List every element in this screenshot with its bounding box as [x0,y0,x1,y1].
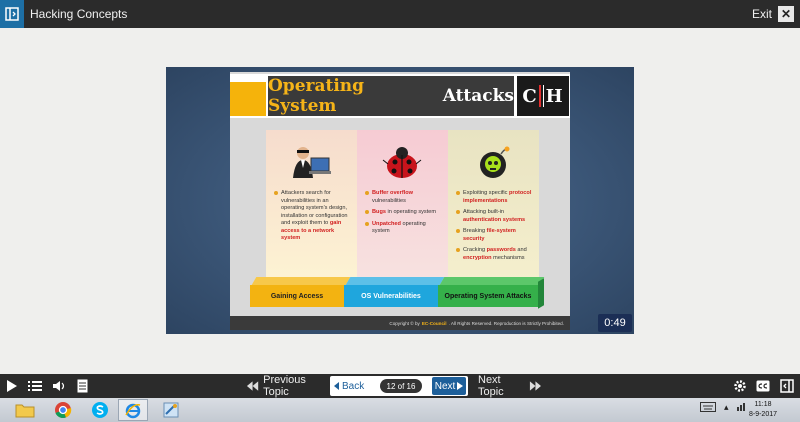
taskbar-chrome[interactable] [48,399,78,421]
header-accent [230,82,266,116]
block-os-attacks: Operating System Attacks [438,285,538,307]
next-button[interactable]: Next [432,377,466,395]
pager: Back 12 of 16 Next [330,376,468,396]
hacker-computer-icon [293,147,331,178]
slide: Operating System Attacks CH Attackers se… [230,72,570,330]
chevron-left-icon [334,382,339,390]
player-stage: Operating System Attacks CH Attackers se… [0,28,800,374]
close-icon[interactable]: ✕ [778,6,794,22]
exit-button[interactable]: Exit [752,7,772,21]
video-frame[interactable]: Operating System Attacks CH Attackers se… [166,67,634,334]
column-os-attacks: Exploiting specific protocol implementat… [448,130,539,280]
page-indicator: 12 of 16 [380,379,422,393]
double-chevron-right-icon [530,381,542,391]
list-item: Buffer overflow vulnerabilities [365,190,444,205]
slide-footer: Copyright © by EC-Council. All Rights Res… [230,316,570,330]
chevron-right-icon [457,382,464,390]
closed-captions-button[interactable] [755,378,771,394]
play-icon [7,380,17,392]
top-bar: Hacking Concepts Exit ✕ [0,0,800,28]
tray-arrow-icon[interactable]: ▴ [724,402,729,413]
taskbar-internet-explorer[interactable] [118,399,148,421]
folder-icon [15,404,35,418]
list-icon [28,381,42,391]
column-os-vulnerabilities: Buffer overflow vulnerabilities Bugs in … [357,130,448,280]
volume-icon [53,381,65,391]
list-item: Cracking passwords and encryption mechan… [456,247,535,262]
ceh-logo: CH [517,76,569,116]
slide-header: Operating System Attacks CH [230,74,570,118]
slide-title: Operating System Attacks [268,76,514,116]
volume-button[interactable] [50,378,68,394]
block-gaining-access: Gaining Access [250,285,344,307]
category-blocks: Gaining Access OS Vulnerabilities Operat… [250,277,550,311]
course-title: Hacking Concepts [30,7,128,21]
slide-title-part1: Operating System [268,76,365,116]
fullscreen-sidebar-button[interactable] [779,378,795,394]
keyboard-icon[interactable] [700,402,716,414]
gear-icon [734,380,746,392]
list-item: Unpatched operating system [365,221,444,236]
taskbar-file-explorer[interactable] [10,399,40,421]
list-item: Bugs in operating system [365,209,444,217]
next-topic-button[interactable]: Next Topic [478,374,542,398]
sidebar-icon [5,7,19,21]
taskbar-skype[interactable] [85,399,115,421]
taskbar-app[interactable] [156,399,186,421]
column-gaining-access: Attackers search for vulnerabilities in … [266,130,357,280]
slide-title-part2: Attacks [442,86,514,106]
skull-bomb-icon [480,146,510,178]
system-clock[interactable]: 11:18 8-9-2017 [738,400,788,420]
ladybug-icon [382,147,422,178]
menu-list-button[interactable] [26,378,44,394]
video-timer: 0:49 [598,314,632,332]
skype-icon [92,402,108,418]
internet-explorer-icon [125,403,141,419]
block-os-vulnerabilities: OS Vulnerabilities [344,285,438,307]
clock-time: 11:18 [754,401,772,408]
play-button[interactable] [4,378,20,394]
cc-icon [756,380,770,392]
list-item: Breaking file-system security [456,228,535,243]
list-item: Exploiting specific protocol implementat… [456,190,535,205]
transcript-button[interactable] [74,378,90,394]
list-item: Attackers search for vulnerabilities in … [274,190,353,243]
settings-button[interactable] [732,378,748,394]
previous-topic-button[interactable]: Previous Topic [246,374,330,398]
back-button[interactable]: Back [334,379,364,393]
os-taskbar: ▴ 11:18 8-9-2017 [0,398,800,422]
clock-date: 8-9-2017 [748,411,778,418]
sidebar-toggle-button[interactable] [0,0,24,28]
double-chevron-left-icon [246,381,259,391]
chrome-icon [55,402,72,419]
app-icon [163,402,179,418]
document-icon [77,379,87,393]
panel-toggle-icon [780,379,794,393]
player-controls: Previous Topic Back 12 of 16 Next Next T… [0,374,800,398]
list-item: Attacking built-in authentication system… [456,209,535,224]
